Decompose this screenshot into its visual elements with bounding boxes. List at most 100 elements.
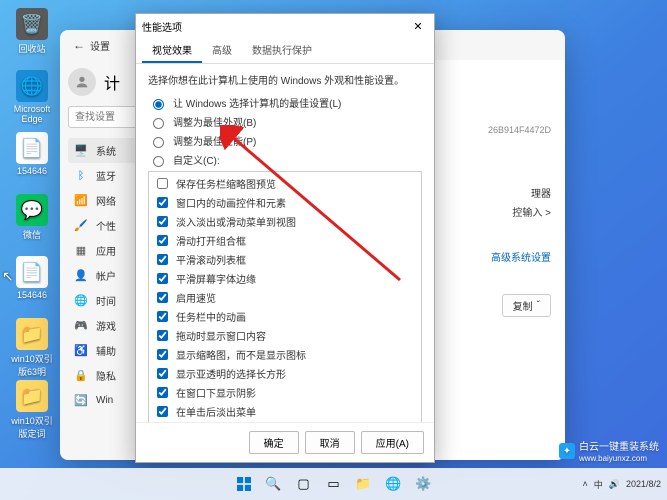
- watermark-logo-icon: ✦: [559, 443, 575, 459]
- checkbox-input[interactable]: [157, 406, 168, 417]
- effect-checkbox-9[interactable]: 显示缩略图，而不是显示图标: [151, 345, 419, 364]
- nav-icon: 🎮: [74, 319, 88, 333]
- tray-chevron-icon[interactable]: ˄: [582, 479, 587, 489]
- checkbox-input[interactable]: [157, 349, 168, 360]
- nav-label: 应用: [96, 243, 116, 258]
- ime-icon[interactable]: 中: [594, 478, 603, 491]
- desktop-icon-4[interactable]: 📄 154646: [8, 256, 56, 300]
- nav-icon: 📶: [74, 194, 88, 208]
- nav-icon: ♿: [74, 344, 88, 358]
- radio-option-3[interactable]: 自定义(C):: [148, 152, 422, 167]
- effect-checkbox-7[interactable]: 任务栏中的动画: [151, 307, 419, 326]
- dialog-description: 选择你想在此计算机上使用的 Windows 外观和性能设置。: [148, 72, 422, 87]
- widgets-icon[interactable]: ▭: [321, 471, 347, 497]
- user-head: 计: [104, 70, 120, 94]
- clock[interactable]: 2021/8/2: [626, 479, 661, 489]
- dialog-tab-1[interactable]: 高级: [202, 38, 242, 63]
- checkbox-label: 滑动打开组合框: [176, 233, 246, 248]
- icon-label: 154646: [8, 290, 56, 300]
- icon-label: Microsoft Edge: [8, 104, 56, 124]
- app-icon: 💬: [16, 194, 48, 226]
- effect-checkbox-12[interactable]: 在单击后淡出菜单: [151, 402, 419, 421]
- ok-button[interactable]: 确定: [249, 431, 299, 454]
- desktop-icon-0[interactable]: 🗑️ 回收站: [8, 8, 56, 55]
- checkbox-input[interactable]: [157, 292, 168, 303]
- desktop-icon-6[interactable]: 📁win10双引版定词: [8, 380, 56, 440]
- cancel-button[interactable]: 取消: [305, 431, 355, 454]
- app-icon: 🗑️: [16, 8, 48, 40]
- nav-label: Win: [96, 395, 113, 406]
- checkbox-label: 任务栏中的动画: [176, 309, 246, 324]
- nav-icon: 👤: [74, 269, 88, 283]
- effect-checkbox-4[interactable]: 平滑滚动列表框: [151, 250, 419, 269]
- effect-checkbox-11[interactable]: 在窗口下显示阴影: [151, 383, 419, 402]
- effect-checkbox-6[interactable]: 启用速览: [151, 288, 419, 307]
- radio-input[interactable]: [153, 118, 164, 129]
- nav-label: 蓝牙: [96, 168, 116, 183]
- desktop-icon-5[interactable]: 📁win10双引版63明: [8, 318, 56, 378]
- app-icon: 🌐: [16, 70, 48, 102]
- nav-label: 隐私: [96, 368, 116, 383]
- explorer-icon[interactable]: 📁: [351, 471, 377, 497]
- settings-icon[interactable]: ⚙️: [411, 471, 437, 497]
- edge-icon[interactable]: 🌐: [381, 471, 407, 497]
- nav-icon: 🔒: [74, 369, 88, 383]
- radio-option-1[interactable]: 调整为最佳外观(B): [148, 114, 422, 129]
- icon-label: 回收站: [8, 42, 56, 55]
- effects-listbox[interactable]: 保存任务栏缩略图预览窗口内的动画控件和元素淡入淡出或滑动菜单到视图滑动打开组合框…: [148, 171, 422, 422]
- apply-button[interactable]: 应用(A): [361, 431, 424, 454]
- volume-icon[interactable]: 🔊: [609, 479, 620, 490]
- dialog-tab-0[interactable]: 视觉效果: [142, 38, 202, 63]
- checkbox-input[interactable]: [157, 273, 168, 284]
- checkbox-label: 在窗口下显示阴影: [176, 385, 256, 400]
- checkbox-input[interactable]: [157, 235, 168, 246]
- checkbox-label: 淡入淡出或滑动菜单到视图: [176, 214, 296, 229]
- effect-checkbox-3[interactable]: 滑动打开组合框: [151, 231, 419, 250]
- checkbox-input[interactable]: [157, 330, 168, 341]
- checkbox-label: 拖动时显示窗口内容: [176, 328, 266, 343]
- effect-checkbox-0[interactable]: 保存任务栏缩略图预览: [151, 174, 419, 193]
- radio-label: 让 Windows 选择计算机的最佳设置(L): [173, 95, 341, 110]
- taskview-icon[interactable]: ▢: [291, 471, 317, 497]
- dialog-tab-2[interactable]: 数据执行保护: [242, 38, 322, 63]
- close-button[interactable]: ✕: [408, 20, 428, 33]
- radio-input[interactable]: [153, 99, 164, 110]
- radio-input[interactable]: [153, 137, 164, 148]
- start-button[interactable]: [231, 471, 257, 497]
- checkbox-input[interactable]: [157, 254, 168, 265]
- icon-label: win10双引版定词: [8, 414, 56, 440]
- checkbox-label: 显示缩略图，而不是显示图标: [176, 347, 306, 362]
- radio-input[interactable]: [153, 156, 164, 167]
- desktop-icon-2[interactable]: 📄154646: [8, 132, 56, 176]
- nav-label: 游戏: [96, 318, 116, 333]
- checkbox-input[interactable]: [157, 368, 168, 379]
- radio-option-2[interactable]: 调整为最佳性能(P): [148, 133, 422, 148]
- effect-checkbox-8[interactable]: 拖动时显示窗口内容: [151, 326, 419, 345]
- checkbox-label: 窗口内的动画控件和元素: [176, 195, 286, 210]
- back-button[interactable]: ←: [68, 34, 90, 56]
- effect-checkbox-10[interactable]: 显示亚透明的选择长方形: [151, 364, 419, 383]
- search-icon[interactable]: 🔍: [261, 471, 287, 497]
- effect-checkbox-5[interactable]: 平滑屏幕字体边缘: [151, 269, 419, 288]
- checkbox-input[interactable]: [157, 197, 168, 208]
- checkbox-input[interactable]: [157, 178, 168, 189]
- avatar: [68, 68, 96, 96]
- checkbox-input[interactable]: [157, 216, 168, 227]
- checkbox-input[interactable]: [157, 387, 168, 398]
- desktop-icon-3[interactable]: 💬微信: [8, 194, 56, 241]
- info-label: 理器: [531, 185, 551, 200]
- checkbox-input[interactable]: [157, 311, 168, 322]
- app-icon: 📁: [16, 318, 48, 350]
- radio-option-0[interactable]: 让 Windows 选择计算机的最佳设置(L): [148, 95, 422, 110]
- app-icon: 📄: [16, 132, 48, 164]
- effect-checkbox-1[interactable]: 窗口内的动画控件和元素: [151, 193, 419, 212]
- app-icon: 📄: [16, 256, 48, 288]
- app-icon: 📁: [16, 380, 48, 412]
- checkbox-label: 平滑滚动列表框: [176, 252, 246, 267]
- nav-icon: ▦: [74, 244, 88, 258]
- nav-label: 帐户: [96, 268, 116, 283]
- desktop-icon-1[interactable]: 🌐Microsoft Edge: [8, 70, 56, 124]
- effect-checkbox-2[interactable]: 淡入淡出或滑动菜单到视图: [151, 212, 419, 231]
- advanced-system-link[interactable]: 高级系统设置: [491, 249, 551, 264]
- copy-button[interactable]: 复制ˇ: [502, 294, 551, 317]
